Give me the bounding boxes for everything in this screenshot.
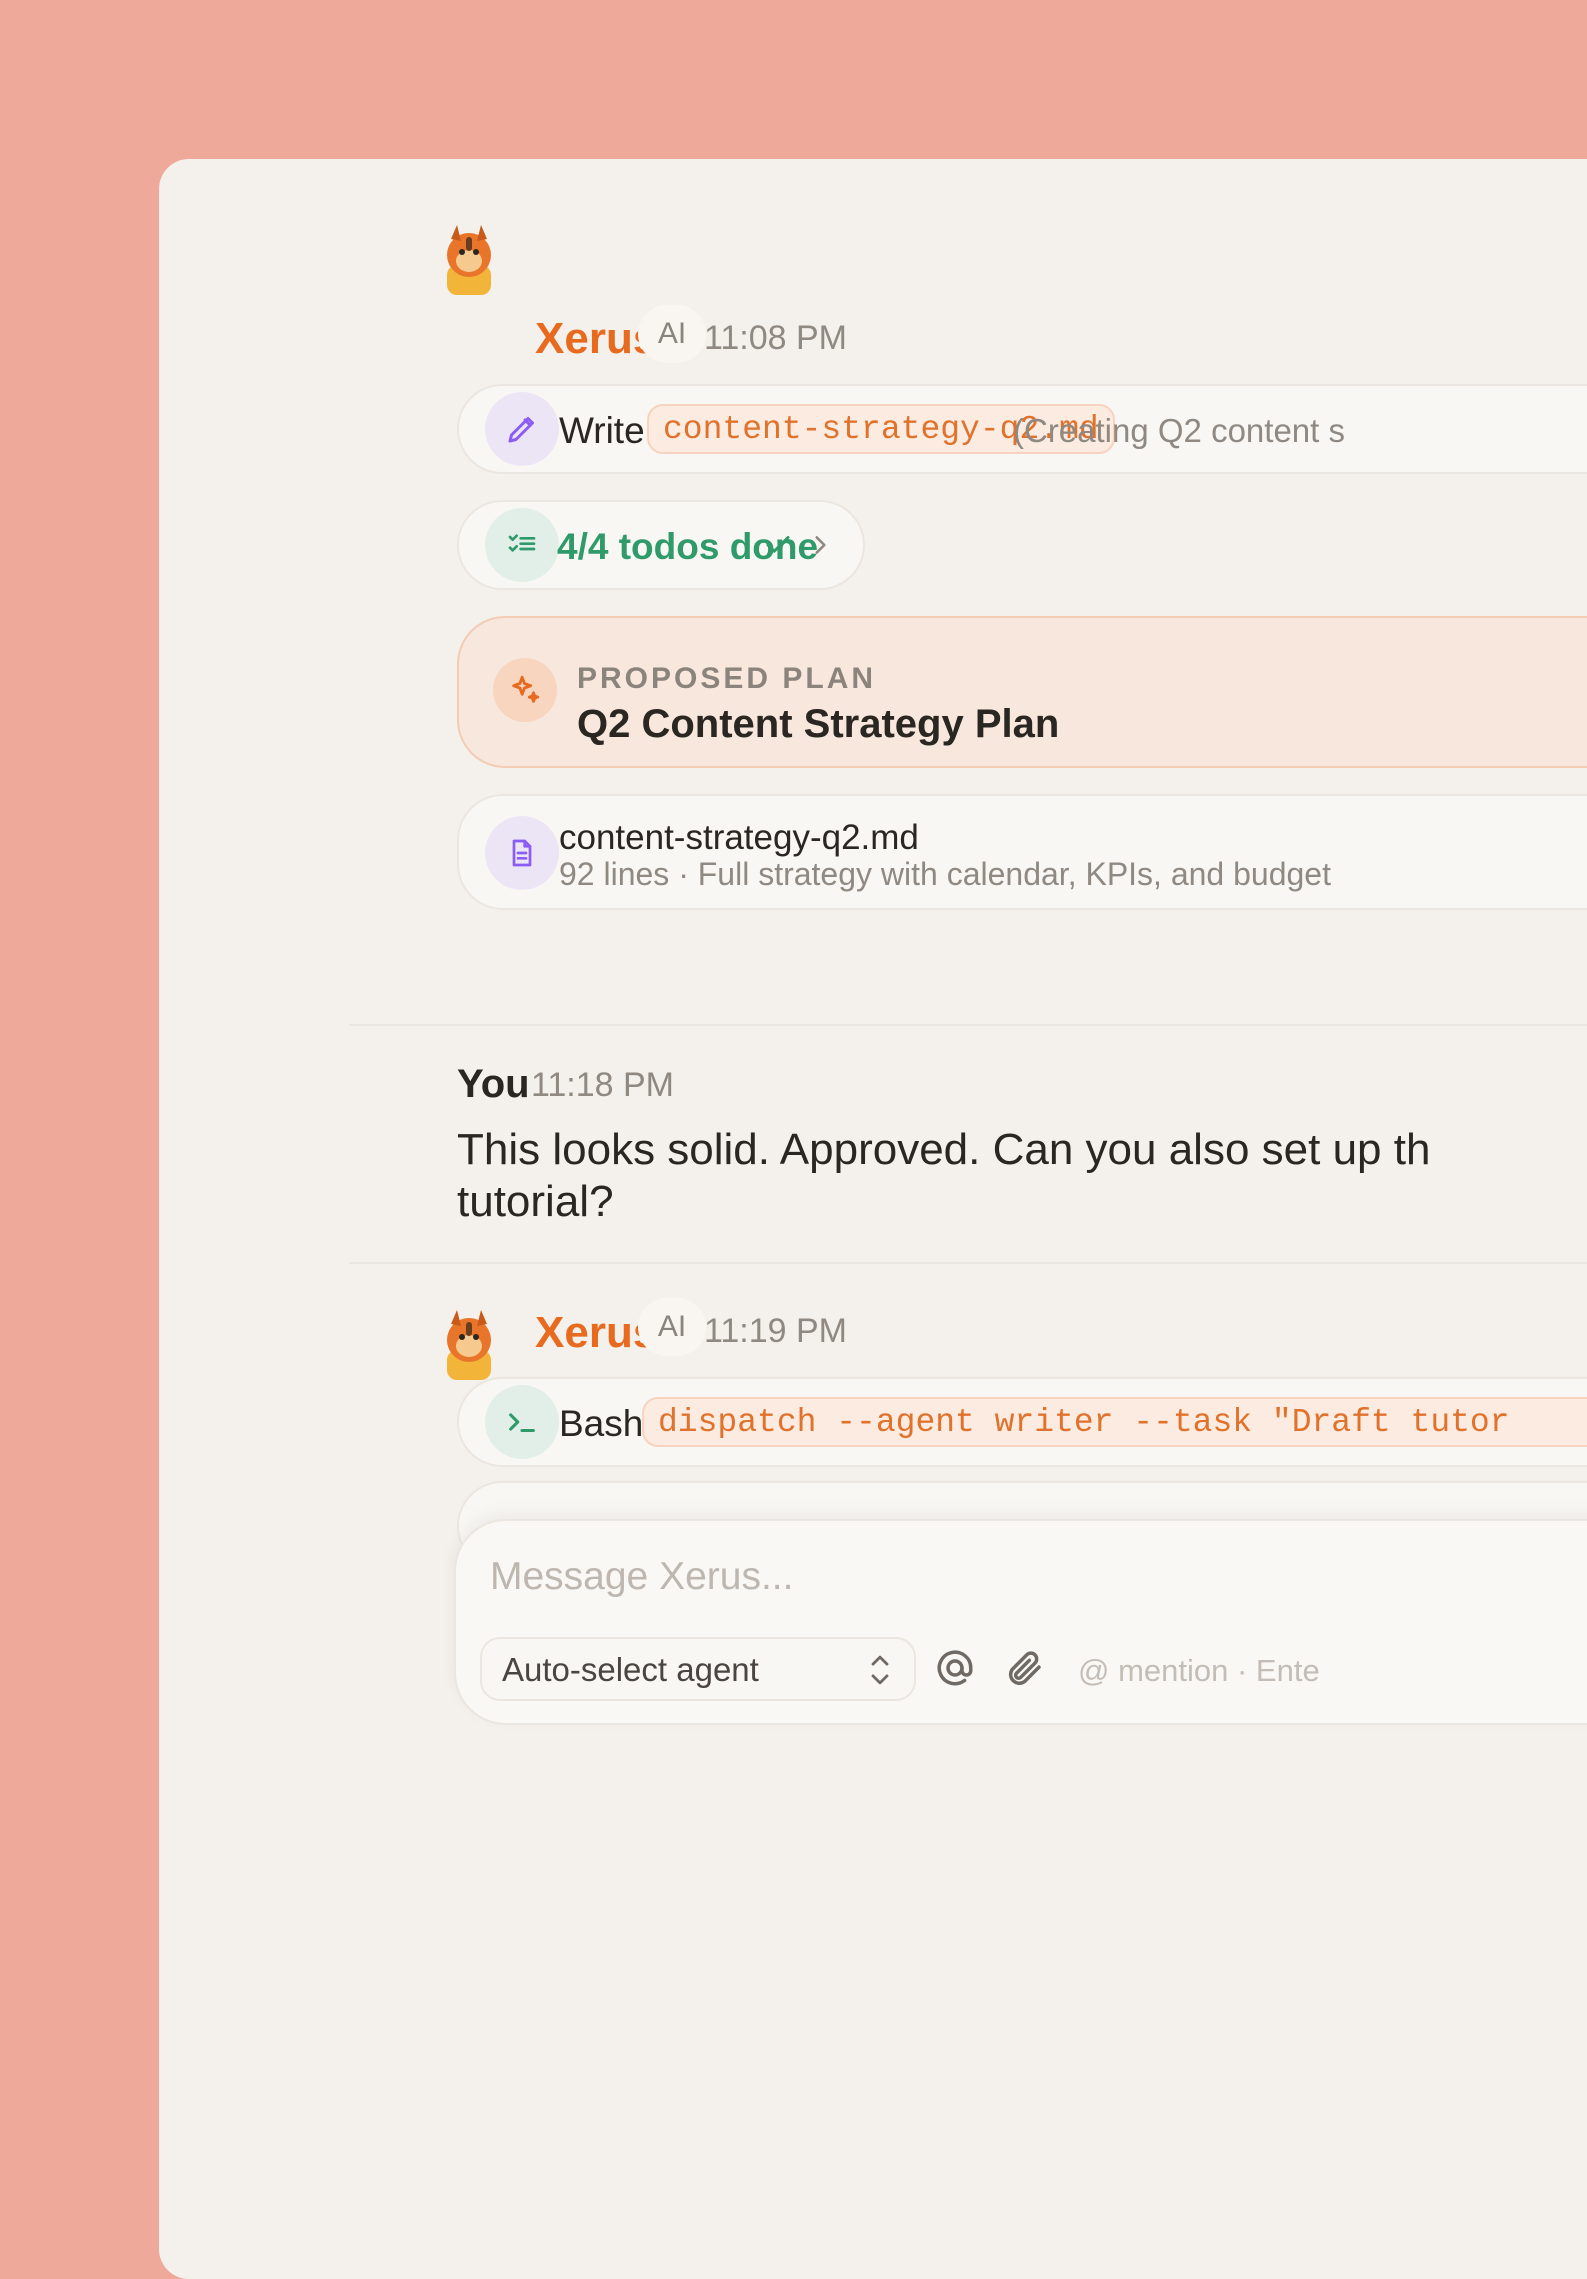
agent-select-label: Auto-select agent [502,1651,759,1688]
message-divider [349,1024,1587,1026]
xerus-mascot-icon [447,1310,491,1380]
message-input[interactable]: Message Xerus... [490,1555,793,1599]
pencil-icon [485,392,559,466]
user-message-line-1: This looks solid. Approved. Can you also… [457,1125,1431,1174]
tool-name: Bash [559,1403,644,1444]
paperclip-icon[interactable] [1004,1647,1046,1694]
at-mention-icon[interactable] [934,1647,976,1694]
file-meta: 92 lines · Full strategy with calendar, … [559,856,1331,892]
composer-hint: @ mention · Ente [1078,1653,1320,1688]
message-divider [349,1262,1587,1264]
agent-select[interactable]: Auto-select agent [480,1637,916,1701]
proposed-plan-card[interactable]: PROPOSED PLAN Q2 Content Strategy Plan [457,616,1587,768]
tool-call-bash[interactable]: Bash dispatch --agent writer --task "Dra… [457,1377,1587,1467]
tool-name: Write [559,410,645,451]
message-time: 11:18 PM [531,1066,675,1104]
plan-kicker: PROPOSED PLAN [577,662,877,695]
check-icon [763,528,793,567]
file-name: content-strategy-q2.md [559,818,919,857]
chevron-right-icon [807,530,833,565]
user-message-line-2: tutorial? [457,1177,614,1226]
todos-summary-button[interactable]: 4/4 todos done [457,500,865,590]
chat-panel: Xerus AI 11:08 PM Write content-strategy… [159,159,1587,2279]
tool-description: (Creating Q2 content s [1013,412,1345,449]
sender-name-you: You [457,1062,530,1106]
ai-badge: AI [638,1298,706,1356]
message-time: 11:19 PM [704,1312,848,1350]
chevron-up-down-icon [866,1651,894,1694]
checklist-icon [485,508,559,582]
tool-call-write[interactable]: Write content-strategy-q2.md (Creating Q… [457,384,1587,474]
document-icon [485,816,559,890]
xerus-avatar [437,1304,501,1382]
file-attachment-card[interactable]: content-strategy-q2.md 92 lines · Full s… [457,794,1587,910]
xerus-mascot-icon [447,225,491,295]
message-time: 11:08 PM [704,319,848,357]
plan-title: Q2 Content Strategy Plan [577,702,1060,746]
sparkle-icon [493,658,557,722]
composer: Message Xerus... Auto-select agent @ men… [454,1519,1587,1725]
xerus-avatar [437,219,501,297]
command-text: dispatch --agent writer --task "Draft tu… [658,1403,1510,1441]
terminal-icon [485,1385,559,1459]
command-chip: dispatch --agent writer --task "Draft tu… [642,1397,1587,1447]
ai-badge: AI [638,305,706,363]
